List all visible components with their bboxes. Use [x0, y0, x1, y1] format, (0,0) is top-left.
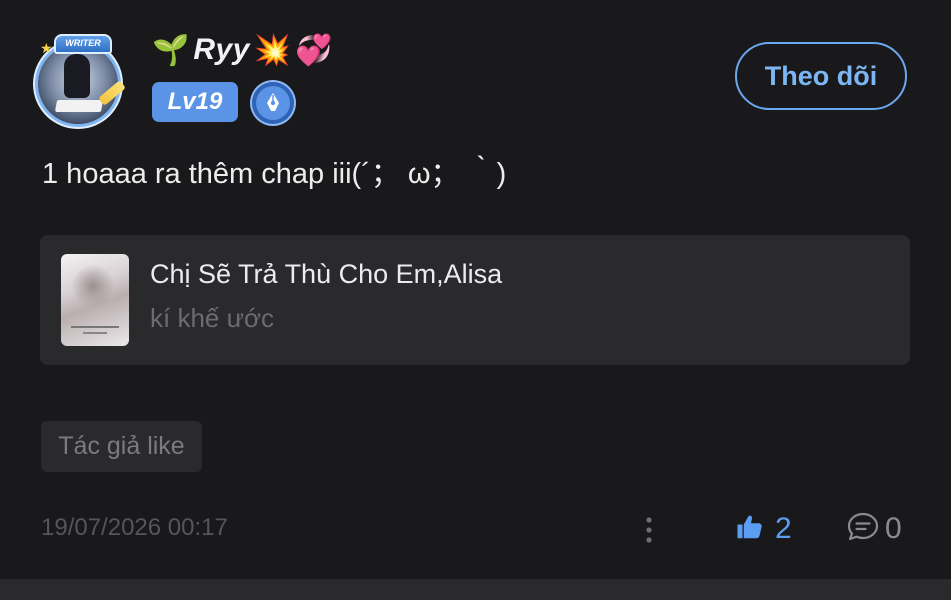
level-badge: Lv19 — [152, 82, 238, 122]
star-icon: ★ — [40, 40, 53, 56]
post-text: 1 hoaaa ra thêm chap iii(´； ω； ｀) — [42, 158, 507, 190]
like-count: 2 — [775, 512, 792, 545]
collision-emoji: 💥 — [253, 33, 292, 67]
follow-button[interactable]: Theo dõi — [735, 42, 907, 110]
author-avatar[interactable]: WRITER ★ — [32, 34, 128, 126]
book-title: Chị Sẽ Trả Thù Cho Em,Alisa — [150, 259, 503, 289]
post-timestamp: 19/07/2026 00:17 — [41, 514, 228, 541]
more-vertical-icon[interactable] — [638, 512, 660, 548]
comment-button[interactable]: 0 — [845, 508, 902, 550]
hearts-emoji: 💞 — [295, 33, 333, 67]
author-liked-tag: Tác giả like — [41, 421, 202, 472]
author-name-text: Ryy — [193, 33, 250, 66]
sprout-emoji: 🌱 — [152, 33, 190, 67]
like-button[interactable]: 2 — [735, 508, 792, 550]
author-name[interactable]: 🌱 Ryy 💥 💞 — [152, 28, 333, 72]
thumbs-up-icon — [735, 512, 765, 547]
next-item-divider — [0, 579, 951, 600]
avatar-frame-banner: WRITER — [54, 34, 112, 54]
book-card[interactable]: Chị Sẽ Trả Thù Cho Em,Alisa kí khế ước — [40, 235, 910, 365]
book-cover-image — [61, 254, 129, 346]
pen-nib-icon — [252, 82, 294, 124]
comment-count: 0 — [885, 512, 902, 545]
comment-bubble-icon — [845, 509, 881, 550]
book-author: kí khế ước — [150, 303, 275, 333]
